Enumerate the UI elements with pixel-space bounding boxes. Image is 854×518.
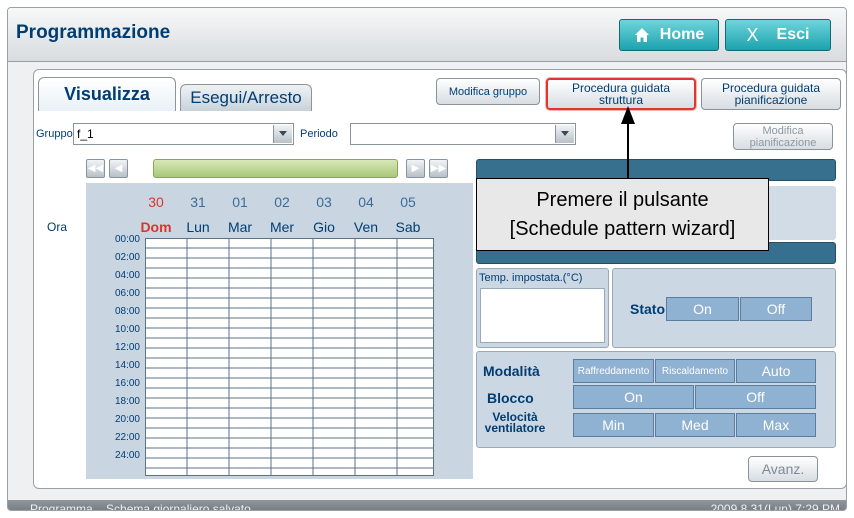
planning-wizard-button[interactable]: Procedura guidata pianificazione <box>701 78 841 110</box>
status-message: Programma... Schema giornaliero salvato. <box>30 502 255 511</box>
hour-label: 08:00 <box>114 306 140 317</box>
fan-med-button[interactable]: Med <box>655 413 735 437</box>
status-bar: Programma... Schema giornaliero salvato.… <box>8 500 846 511</box>
chevron-left-icon: ◀ <box>114 163 123 174</box>
mode-panel: Modalità Raffreddamento Riscaldamento Au… <box>476 351 836 448</box>
exit-label: Esci <box>776 26 810 43</box>
double-chevron-right-icon: ▶▶ <box>430 163 447 174</box>
lock-label: Blocco <box>487 390 534 406</box>
hour-label: 12:00 <box>114 342 140 353</box>
hour-label: 04:00 <box>114 270 140 281</box>
day-number: 04 <box>358 194 374 210</box>
home-icon <box>634 28 649 42</box>
last-week-button[interactable]: ▶▶ <box>429 159 448 178</box>
group-select[interactable]: f_1 <box>73 123 294 145</box>
chevron-down-icon[interactable] <box>273 125 292 143</box>
schedule-grid[interactable] <box>145 238 434 476</box>
chevron-right-icon: ▶ <box>411 163 420 174</box>
hour-label: 14:00 <box>114 360 140 371</box>
day-number: 31 <box>190 194 206 210</box>
structure-wizard-label-2: struttura <box>598 93 643 107</box>
modify-group-button[interactable]: Modifica gruppo <box>436 78 540 105</box>
tab-visualizza[interactable]: Visualizza <box>38 77 176 111</box>
hour-label: 00:00 <box>114 234 140 245</box>
hour-label: 24:00 <box>114 450 140 461</box>
day-name: Gio <box>313 219 335 235</box>
hour-column-label: Ora <box>47 220 68 234</box>
day-name: Lun <box>186 219 210 235</box>
fan-max-button[interactable]: Max <box>736 413 816 437</box>
close-icon: X <box>746 24 759 45</box>
mode-heat-button[interactable]: Riscaldamento <box>655 359 735 383</box>
hour-label: 10:00 <box>114 324 140 335</box>
day-number: 30 <box>148 194 164 210</box>
callout-text-2: [Schedule pattern wizard] <box>509 218 736 240</box>
day-name: Ven <box>353 219 379 235</box>
app-window: Programmazione Home X Esci Visualizza Es… <box>7 7 847 511</box>
hour-label: 16:00 <box>114 378 140 389</box>
callout-arrow-shaft <box>627 110 629 180</box>
callout-tooltip: Premere il pulsante [Schedule pattern wi… <box>476 178 769 251</box>
status-on-button[interactable]: On <box>666 297 739 321</box>
lock-on-button[interactable]: On <box>573 385 694 409</box>
temperature-label: Temp. impostata.(°C) <box>479 272 583 284</box>
hour-label: 02:00 <box>114 252 140 263</box>
status-panel: Stato On Off <box>612 268 836 348</box>
advanced-button[interactable]: Avanz. <box>748 456 818 482</box>
schedule-panel: Visualizza Esegui/Arresto Modifica grupp… <box>33 69 846 489</box>
home-label: Home <box>659 26 705 43</box>
day-number: 01 <box>232 194 248 210</box>
status-label: Stato <box>630 301 665 317</box>
title-bar: Programmazione Home X Esci <box>8 8 846 62</box>
mode-label: Modalità <box>483 363 540 379</box>
callout-text-1: Premere il pulsante <box>536 189 709 211</box>
day-name: Mer <box>269 219 295 235</box>
mode-cool-button[interactable]: Raffreddamento <box>573 359 654 383</box>
home-button[interactable]: Home <box>619 19 719 51</box>
fan-speed-label: Velocità ventilatore <box>483 411 547 435</box>
page-title: Programmazione <box>16 22 171 43</box>
day-name: Mar <box>227 219 253 235</box>
first-week-button[interactable]: ◀◀ <box>86 159 105 178</box>
period-select[interactable] <box>350 123 576 145</box>
mode-auto-button[interactable]: Auto <box>736 359 816 383</box>
fan-min-button[interactable]: Min <box>573 413 654 437</box>
modify-plan-label-1: Modifica <box>762 124 804 137</box>
temperature-value-field[interactable] <box>480 288 605 343</box>
period-bar <box>153 159 398 178</box>
status-datetime: 2009.8.31(Lun) 7:29 PM <box>710 502 840 511</box>
day-number: 05 <box>400 194 416 210</box>
exit-button[interactable]: X Esci <box>725 19 831 51</box>
fan-speed-label-2: ventilatore <box>484 421 546 435</box>
hour-label: 22:00 <box>114 432 140 443</box>
next-week-button[interactable]: ▶ <box>406 159 425 178</box>
modify-plan-button[interactable]: Modifica pianificazione <box>733 123 833 150</box>
day-name: Sab <box>395 219 421 235</box>
lock-off-button[interactable]: Off <box>695 385 816 409</box>
hour-label: 18:00 <box>114 396 140 407</box>
group-select-value: f_1 <box>77 127 94 141</box>
day-number: 02 <box>274 194 290 210</box>
hour-label: 06:00 <box>114 288 140 299</box>
hour-label: 20:00 <box>114 414 140 425</box>
chevron-down-icon[interactable] <box>555 125 574 143</box>
day-number: 03 <box>316 194 332 210</box>
double-chevron-left-icon: ◀◀ <box>87 163 104 174</box>
day-name: Dom <box>140 219 172 235</box>
modify-plan-label-2: pianificazione <box>749 136 817 149</box>
period-label: Periodo <box>300 128 338 140</box>
planning-wizard-label-2: pianificazione <box>734 93 808 107</box>
tab-esegui-arresto[interactable]: Esegui/Arresto <box>180 84 312 111</box>
previous-week-button[interactable]: ◀ <box>109 159 128 178</box>
status-off-button[interactable]: Off <box>740 297 812 321</box>
group-label: Gruppo <box>36 128 73 140</box>
temperature-panel: Temp. impostata.(°C) <box>476 268 609 348</box>
